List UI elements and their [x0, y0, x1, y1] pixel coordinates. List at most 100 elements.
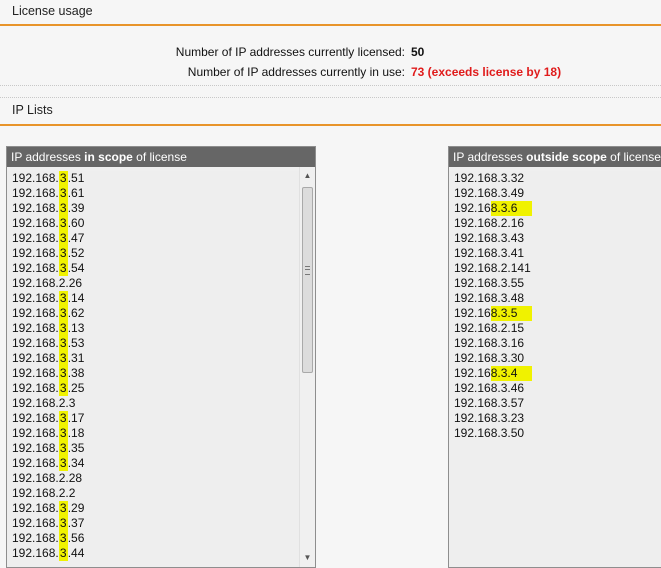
- ip-prefix: 192.168.: [12, 366, 59, 380]
- list-item[interactable]: 192.168.3.25: [7, 381, 315, 396]
- list-item[interactable]: 192.168.3.23: [449, 411, 661, 426]
- list-item[interactable]: 192.168.3.49: [449, 186, 661, 201]
- ip-prefix: 192.168.: [12, 411, 59, 425]
- up-arrow-icon[interactable]: ▲: [300, 169, 315, 183]
- ip-prefix: 192.168.: [12, 291, 59, 305]
- list-item[interactable]: 192.168.3.39: [7, 201, 315, 216]
- highlighted-octet: 3: [58, 411, 68, 426]
- list-item[interactable]: 192.168.3.17: [7, 411, 315, 426]
- highlighted-octet: 3: [58, 201, 68, 216]
- scroll-thumb[interactable]: [302, 187, 313, 373]
- ip-prefix: 192.168.2.26: [12, 276, 83, 290]
- ip-suffix: .17: [67, 411, 85, 425]
- list-item[interactable]: 192.168.3.43: [449, 231, 661, 246]
- list-item[interactable]: 192.168.3.34: [7, 456, 315, 471]
- highlighted-octet: 3: [58, 531, 68, 546]
- highlighted-octet: 3: [58, 291, 68, 306]
- list-item[interactable]: 192.168.3.52: [7, 246, 315, 261]
- ip-prefix: 192.168.3.32: [454, 171, 525, 185]
- list-item[interactable]: 192.168.3.53: [7, 336, 315, 351]
- highlighted-octet: 3: [58, 546, 68, 561]
- list-item[interactable]: 192.168.3.37: [7, 516, 315, 531]
- highlighted-segment: 8.3.5: [490, 306, 532, 321]
- list-item[interactable]: 192.168.3.29: [7, 501, 315, 516]
- ip-prefix: 192.168.3.57: [454, 396, 525, 410]
- ip-prefix: 192.168.: [12, 306, 59, 320]
- highlighted-octet: 3: [58, 381, 68, 396]
- outside-scope-panel: IP addresses outside scope of license 19…: [448, 146, 661, 568]
- list-item[interactable]: 192.168.3.16: [449, 336, 661, 351]
- licensed-label: Number of IP addresses currently license…: [175, 45, 405, 59]
- ip-prefix: 192.168.3.16: [454, 336, 525, 350]
- list-item[interactable]: 192.168.3.5: [449, 306, 661, 321]
- in-scope-heading: IP addresses in scope of license: [7, 147, 315, 167]
- list-item[interactable]: 192.168.3.51: [7, 171, 315, 186]
- list-item[interactable]: 192.168.3.14: [7, 291, 315, 306]
- list-item[interactable]: 192.168.3.46: [449, 381, 661, 396]
- list-item[interactable]: 192.168.3.4: [449, 366, 661, 381]
- highlighted-octet: 3: [58, 186, 68, 201]
- licensed-value: 50: [411, 45, 425, 59]
- list-item[interactable]: 192.168.3.62: [7, 306, 315, 321]
- ip-suffix: .14: [67, 291, 85, 305]
- list-item[interactable]: 192.168.3.13: [7, 321, 315, 336]
- ip-prefix: 192.168.: [12, 441, 59, 455]
- list-item[interactable]: 192.168.3.30: [449, 351, 661, 366]
- ip-suffix: .29: [67, 501, 85, 515]
- list-item[interactable]: 192.168.2.15: [449, 321, 661, 336]
- list-item[interactable]: 192.168.3.60: [7, 216, 315, 231]
- list-item[interactable]: 192.168.3.61: [7, 186, 315, 201]
- highlighted-octet: 3: [58, 321, 68, 336]
- list-item[interactable]: 192.168.2.28: [7, 471, 315, 486]
- ip-prefix: 192.168.: [12, 351, 59, 365]
- in-scope-scrollbar[interactable]: ▲ ▼: [299, 167, 315, 567]
- list-item[interactable]: 192.168.2.2: [7, 486, 315, 501]
- list-item[interactable]: 192.168.2.26: [7, 276, 315, 291]
- list-item[interactable]: 192.168.3.35: [7, 441, 315, 456]
- in-scope-heading-prefix: IP addresses: [11, 150, 85, 164]
- list-item[interactable]: 192.168.3.57: [449, 396, 661, 411]
- ip-suffix: .39: [67, 201, 85, 215]
- license-usage-title: License usage: [12, 4, 93, 18]
- ip-prefix: 192.168.3.41: [454, 246, 525, 260]
- list-item[interactable]: 192.168.2.141: [449, 261, 661, 276]
- list-item[interactable]: 192.168.3.50: [449, 426, 661, 441]
- ip-prefix: 192.168.: [12, 336, 59, 350]
- in-scope-list[interactable]: 192.168.3.51 192.168.3.61 192.168.3.39 192.…: [7, 171, 315, 567]
- list-item[interactable]: 192.168.3.32: [449, 171, 661, 186]
- highlighted-octet: 3: [58, 441, 68, 456]
- outside-scope-list[interactable]: 192.168.3.32 192.168.3.49 192.168.3.6 192.1…: [449, 171, 661, 567]
- outside-scope-heading-suffix: of license: [606, 150, 661, 164]
- list-item[interactable]: 192.168.2.16: [449, 216, 661, 231]
- list-item[interactable]: 192.168.3.48: [449, 291, 661, 306]
- down-arrow-icon[interactable]: ▼: [300, 551, 315, 565]
- list-item[interactable]: 192.168.3.54: [7, 261, 315, 276]
- list-item[interactable]: 192.168.3.56: [7, 531, 315, 546]
- ip-suffix: .34: [67, 456, 85, 470]
- ip-prefix: 192.168.2.3: [12, 396, 76, 410]
- list-item[interactable]: 192.168.3.47: [7, 231, 315, 246]
- grip-icon: [305, 266, 310, 275]
- list-item[interactable]: 192.168.3.31: [7, 351, 315, 366]
- ip-suffix: .13: [67, 321, 85, 335]
- ip-prefix: 192.168.3.48: [454, 291, 525, 305]
- ip-prefix: 192.168.: [12, 516, 59, 530]
- ip-prefix: 192.168.3.55: [454, 276, 525, 290]
- highlighted-octet: 3: [58, 306, 68, 321]
- ip-prefix: 192.168.2.28: [12, 471, 83, 485]
- list-item[interactable]: 192.168.3.6: [449, 201, 661, 216]
- list-item[interactable]: 192.168.3.38: [7, 366, 315, 381]
- list-item[interactable]: 192.168.3.44: [7, 546, 315, 561]
- ip-prefix: 192.168.2.15: [454, 321, 525, 335]
- list-item[interactable]: 192.168.3.55: [449, 276, 661, 291]
- ip-prefix: 192.168.: [12, 246, 59, 260]
- ip-suffix: .25: [67, 381, 85, 395]
- list-item[interactable]: 192.168.3.18: [7, 426, 315, 441]
- list-item[interactable]: 192.168.3.41: [449, 246, 661, 261]
- ip-prefix: 192.168.: [12, 186, 59, 200]
- ip-suffix: .51: [67, 171, 85, 185]
- list-item[interactable]: 192.168.2.3: [7, 396, 315, 411]
- highlighted-octet: 3: [58, 516, 68, 531]
- ip-prefix: 192.168.: [12, 501, 59, 515]
- ip-suffix: .18: [67, 426, 85, 440]
